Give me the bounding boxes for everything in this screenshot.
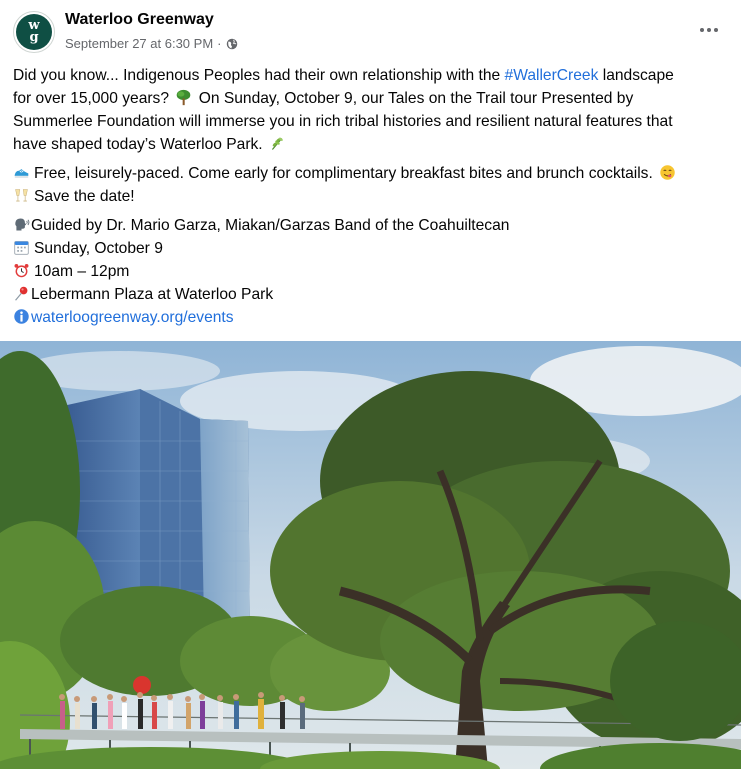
event-time: 10am – 12pm [34,263,130,280]
intro-text-4: On Sunday, October 9, our Tales on the T… [194,90,634,107]
event-date: Sunday, October 9 [34,240,163,257]
face-savoring-food-emoji-icon [660,165,675,180]
post-timestamp[interactable]: September 27 at 6:30 PM [65,36,213,51]
post-header: wg Waterloo Greenway September 27 at 6:3… [0,0,741,64]
herb-emoji-icon [271,137,283,150]
more-options-button[interactable] [697,20,721,40]
event-url-link[interactable]: waterloogreenway.org/events [31,309,234,326]
details-text-1: Free, leisurely-paced. Come early for co… [34,165,653,182]
park-photo-image [0,341,741,769]
intro-text-2: landscape [598,67,674,84]
running-shoe-emoji-icon [14,169,29,179]
intro-text-1: Did you know... Indigenous Peoples had t… [13,67,505,84]
three-dots-icon [700,28,704,32]
avatar-logo: wg [16,14,52,50]
details-text-2: Save the date! [34,188,135,205]
alarm-clock-emoji-icon [14,263,29,278]
details-paragraph: Free, leisurely-paced. Come early for co… [13,162,728,208]
post-photo[interactable] [0,341,741,769]
information-emoji-icon [14,309,29,324]
hashtag-link[interactable]: #WallerCreek [505,67,599,84]
event-guide: Guided by Dr. Mario Garza, Miakan/Garzas… [31,217,510,234]
globe-icon[interactable] [226,38,238,50]
calendar-emoji-icon [14,241,29,255]
intro-text-6: have shaped today’s Waterloo Park. [13,136,263,153]
intro-paragraph: Did you know... Indigenous Peoples had t… [13,64,728,156]
post-meta: September 27 at 6:30 PM · [65,36,238,51]
avatar[interactable]: wg [13,11,55,53]
post-body: Did you know... Indigenous Peoples had t… [13,64,728,335]
meta-separator: · [217,36,222,51]
speaking-head-emoji-icon [15,218,30,231]
tree-emoji-icon [177,89,191,106]
intro-text-5: Summerlee Foundation will immerse you in… [13,113,673,130]
intro-text-3: for over 15,000 years? [13,90,170,107]
event-info: Guided by Dr. Mario Garza, Miakan/Garzas… [13,214,728,329]
round-pushpin-emoji-icon [15,286,28,301]
event-location: Lebermann Plaza at Waterloo Park [31,286,274,303]
clinking-glasses-emoji-icon [15,189,28,202]
page-name[interactable]: Waterloo Greenway [65,11,214,29]
